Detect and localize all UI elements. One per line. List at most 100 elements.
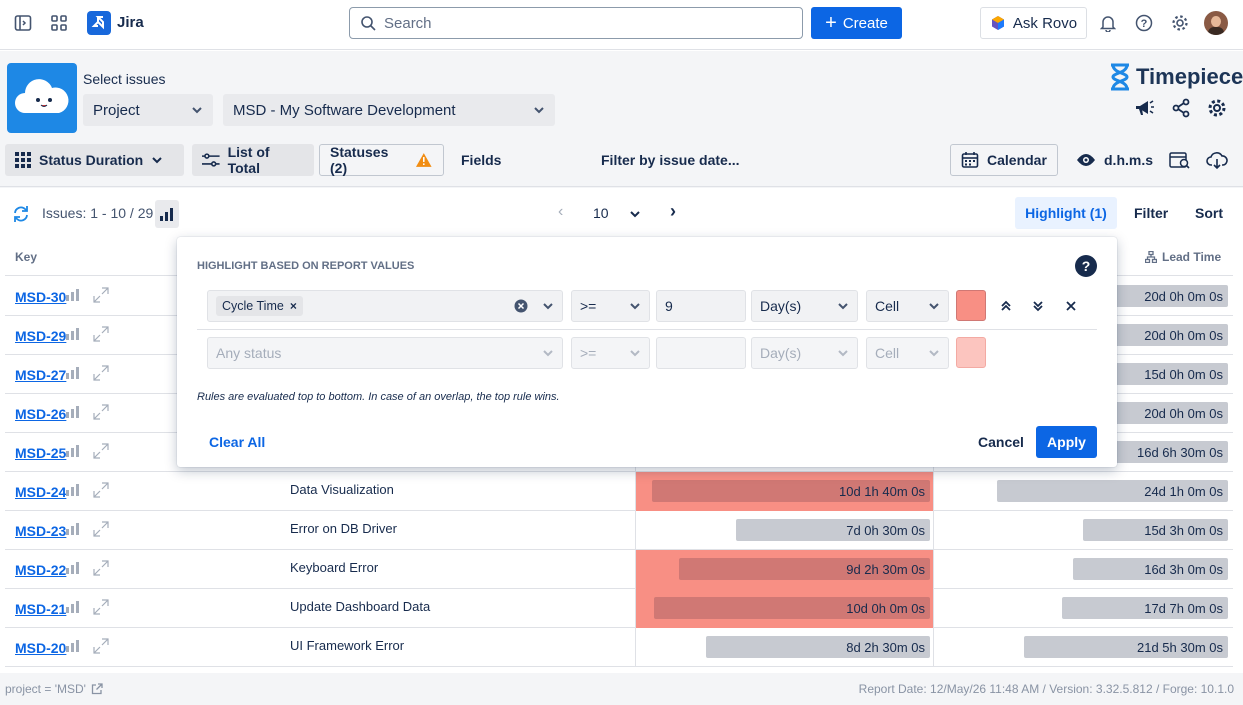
delete-rule-icon[interactable] xyxy=(1060,295,1082,317)
move-top-icon[interactable] xyxy=(995,295,1017,317)
issue-key-link[interactable]: MSD-24 xyxy=(15,484,66,500)
sidebar-toggle-icon[interactable] xyxy=(11,11,35,35)
rule2-operator-select[interactable]: >= xyxy=(571,337,650,369)
bar-chart-icon[interactable] xyxy=(66,523,80,535)
help-icon[interactable]: ? xyxy=(1132,11,1156,35)
move-bottom-icon[interactable] xyxy=(1027,295,1049,317)
rule2-operator-value: >= xyxy=(580,345,597,361)
bar-chart-icon[interactable] xyxy=(66,328,80,340)
cycle-time-cell: 10d 0h 0m 0s xyxy=(635,589,934,628)
jql-link[interactable]: project = 'MSD' xyxy=(5,682,103,696)
statuses-button[interactable]: Statuses (2) xyxy=(319,144,444,176)
rule2-field-select[interactable]: Any status xyxy=(207,337,563,369)
issue-key-link[interactable]: MSD-21 xyxy=(15,601,66,617)
clear-icon[interactable] xyxy=(514,299,528,313)
rule1-field-select[interactable]: Cycle Time × xyxy=(207,290,563,322)
calendar-button[interactable]: Calendar xyxy=(950,144,1058,176)
expand-icon[interactable] xyxy=(93,482,109,498)
rule2-scope-select[interactable]: Cell xyxy=(866,337,949,369)
filter-button[interactable]: Filter xyxy=(1134,205,1168,221)
notifications-icon[interactable] xyxy=(1096,11,1120,35)
rule1-scope-select[interactable]: Cell xyxy=(866,290,949,322)
issue-key-link[interactable]: MSD-30 xyxy=(15,289,66,305)
settings-gear-icon[interactable] xyxy=(1168,11,1192,35)
chevron-down-icon[interactable] xyxy=(629,210,641,218)
expand-icon[interactable] xyxy=(93,404,109,420)
create-button[interactable]: + Create xyxy=(811,7,902,39)
cycle-time-cell: 8d 2h 30m 0s xyxy=(635,628,934,667)
expand-icon[interactable] xyxy=(93,365,109,381)
sort-button[interactable]: Sort xyxy=(1195,205,1223,221)
issue-key-link[interactable]: MSD-27 xyxy=(15,367,66,383)
issue-key-link[interactable]: MSD-22 xyxy=(15,562,66,578)
bar-chart-icon[interactable] xyxy=(66,289,80,301)
issue-key-link[interactable]: MSD-29 xyxy=(15,328,66,344)
bar-chart-icon[interactable] xyxy=(66,640,80,652)
rule1-value-input[interactable]: 9 xyxy=(656,290,746,322)
warning-icon xyxy=(416,153,433,167)
expand-icon[interactable] xyxy=(93,638,109,654)
issue-key-link[interactable]: MSD-26 xyxy=(15,406,66,422)
calendar-search-icon[interactable] xyxy=(1168,148,1192,172)
bar-chart-icon[interactable] xyxy=(66,367,80,379)
share-icon[interactable] xyxy=(1169,96,1193,120)
refresh-icon[interactable] xyxy=(9,202,33,226)
rule1-operator-select[interactable]: >= xyxy=(571,290,650,322)
chart-toggle-button[interactable] xyxy=(155,200,179,228)
app-switcher-icon[interactable] xyxy=(47,11,71,35)
highlight-button[interactable]: Highlight (1) xyxy=(1015,197,1117,229)
issue-key-link[interactable]: MSD-25 xyxy=(15,445,66,461)
expand-icon[interactable] xyxy=(93,443,109,459)
jira-logo-icon[interactable] xyxy=(87,11,111,35)
app-name[interactable]: Jira xyxy=(117,14,144,31)
project-select[interactable]: MSD - My Software Development xyxy=(223,94,555,126)
report-type-select[interactable]: Status Duration xyxy=(5,144,184,176)
announcement-icon[interactable] xyxy=(1132,96,1156,120)
rule2-value-input[interactable] xyxy=(656,337,746,369)
apply-button[interactable]: Apply xyxy=(1036,426,1097,458)
rule1-color-swatch[interactable] xyxy=(956,290,986,321)
search-input[interactable]: Search xyxy=(349,7,803,39)
bar-chart-icon[interactable] xyxy=(66,484,80,496)
lead-time-column-header[interactable]: Lead Time xyxy=(1145,250,1221,264)
previous-page-icon[interactable]: ‹ xyxy=(558,203,563,221)
next-page-icon[interactable]: › xyxy=(670,201,676,222)
rule2-unit-select[interactable]: Day(s) xyxy=(751,337,858,369)
issue-key-link[interactable]: MSD-20 xyxy=(15,640,66,656)
expand-icon[interactable] xyxy=(93,560,109,576)
time-format-label: d.h.m.s xyxy=(1104,152,1154,168)
bar-chart-icon[interactable] xyxy=(66,406,80,418)
remove-chip-icon[interactable]: × xyxy=(290,299,297,313)
bar-chart-icon[interactable] xyxy=(66,445,80,457)
rule1-unit-select[interactable]: Day(s) xyxy=(751,290,858,322)
help-icon[interactable]: ? xyxy=(1075,255,1097,277)
time-format-toggle[interactable]: d.h.m.s xyxy=(1066,144,1163,176)
clear-all-button[interactable]: Clear All xyxy=(209,434,265,450)
expand-icon[interactable] xyxy=(93,326,109,342)
create-label: Create xyxy=(842,14,888,32)
bar-chart-icon[interactable] xyxy=(66,601,80,613)
filter-type-select[interactable]: Project xyxy=(83,94,213,126)
bar-chart-icon[interactable] xyxy=(66,562,80,574)
filter-type-value: Project xyxy=(93,101,140,119)
timepiece-brand: Timepiece xyxy=(1108,63,1243,91)
plus-icon: + xyxy=(825,12,837,34)
expand-icon[interactable] xyxy=(93,599,109,615)
cancel-button[interactable]: Cancel xyxy=(978,434,1024,450)
cloud-download-icon[interactable] xyxy=(1205,148,1229,172)
chevron-down-icon xyxy=(838,303,848,310)
key-column-header[interactable]: Key xyxy=(15,250,37,264)
issue-key-link[interactable]: MSD-23 xyxy=(15,523,66,539)
filter-by-date-button[interactable]: Filter by issue date... xyxy=(591,144,750,176)
ask-rovo-button[interactable]: Ask Rovo xyxy=(980,7,1087,39)
page-size-value[interactable]: 10 xyxy=(593,205,609,221)
svg-text:?: ? xyxy=(1141,18,1148,30)
list-of-total-button[interactable]: List of Total xyxy=(192,144,314,176)
fields-button[interactable]: Fields xyxy=(451,144,511,176)
expand-icon[interactable] xyxy=(93,287,109,303)
settings-gear-icon[interactable] xyxy=(1205,96,1229,120)
user-avatar[interactable] xyxy=(1204,11,1228,35)
table-row: MSD-22 Keyboard Error 9d 2h 30m 0s 16d 3h 0… xyxy=(5,550,1233,589)
rule2-color-swatch[interactable] xyxy=(956,337,986,368)
expand-icon[interactable] xyxy=(93,521,109,537)
